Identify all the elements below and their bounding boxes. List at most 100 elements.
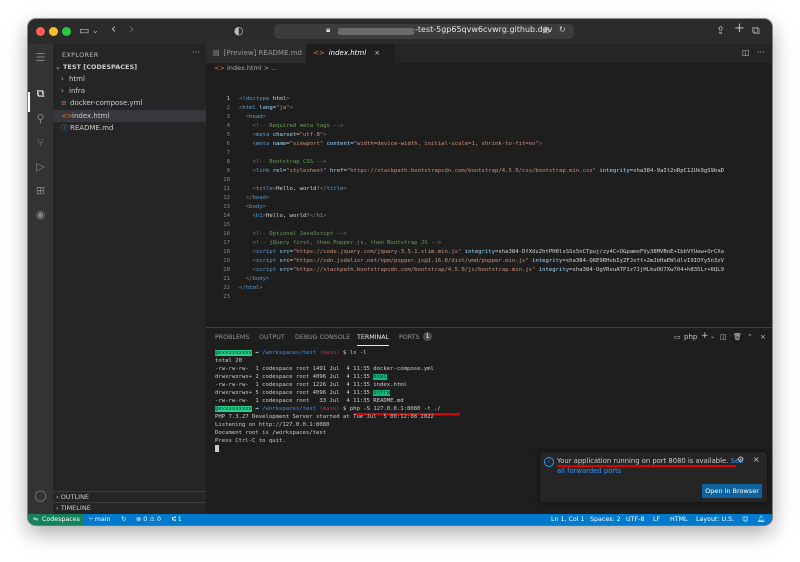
extensions-icon[interactable]: ⊞ <box>32 182 49 199</box>
explorer-icon[interactable]: ⧉ <box>32 85 49 102</box>
more-actions-icon[interactable]: ··· <box>192 48 200 57</box>
close-icon[interactable]: × <box>753 455 760 464</box>
active-tab-underline <box>357 345 389 346</box>
privacy-shield-icon[interactable]: ◐ <box>234 23 244 39</box>
tab-debug-console[interactable]: DEBUG CONSOLE <box>295 334 350 341</box>
problems-status[interactable]: ⊗ 0 ⚠ 0 <box>136 514 161 525</box>
code-line[interactable]: 9 <link rel="stylesheet" href="https://s… <box>206 167 772 176</box>
search-icon[interactable]: ⚲ <box>32 110 49 127</box>
tree-item-index-html[interactable]: <>index.html <box>53 110 206 122</box>
tree-item-docker-compose[interactable]: ≡ docker-compose.yml <box>61 99 142 107</box>
sidebar-toggle-icon[interactable]: ▭ <box>79 23 89 39</box>
feedback-icon[interactable]: ☺ <box>742 514 749 525</box>
code-line[interactable]: 8 <!-- Bootstrap CSS --> <box>206 158 772 167</box>
tab-overview-icon[interactable]: ⧉ <box>752 23 760 39</box>
run-debug-icon[interactable]: ▷ <box>32 158 49 175</box>
code-line[interactable]: 21 </body> <box>206 275 772 284</box>
minimize-window-button[interactable] <box>49 27 58 36</box>
timeline-section[interactable]: › TIMELINE <box>53 502 206 514</box>
sync-icon[interactable]: ↻ <box>121 514 126 525</box>
trash-icon[interactable]: 🗑︎ <box>733 333 742 341</box>
code-line[interactable]: 23 <box>206 293 772 302</box>
end-of-line[interactable]: LF <box>653 514 660 525</box>
cursor-position[interactable]: Ln 1, Col 1 <box>551 514 585 525</box>
shell-name[interactable]: php <box>684 333 697 341</box>
forwarded-ports-link[interactable]: all forwarded ports <box>557 467 621 475</box>
code-text: <link rel="stylesheet" href="https://sta… <box>252 168 725 174</box>
code-line[interactable]: 11 <title>Hello, world!</title> <box>206 185 772 194</box>
gear-icon[interactable]: ⚙ <box>737 455 744 464</box>
translate-icon[interactable]: あ <box>542 25 550 36</box>
share-icon[interactable]: ⇪ <box>716 23 725 39</box>
maximize-panel-icon[interactable]: ⌃ <box>747 333 753 341</box>
split-editor-icon[interactable]: ◫ <box>742 48 750 57</box>
menu-icon[interactable]: ☰ <box>32 49 49 66</box>
close-tab-icon[interactable]: × <box>374 44 380 63</box>
code-line[interactable]: 22 </html> <box>206 284 772 293</box>
split-terminal-icon[interactable]: ◫ <box>720 333 727 341</box>
tree-item-html[interactable]: › html <box>61 75 85 83</box>
new-tab-icon[interactable]: + <box>734 21 745 37</box>
notifications-bell-icon[interactable]: 🔔︎ <box>757 514 765 525</box>
tab-readme-preview[interactable]: ▤ [Preview] README.md <box>206 44 306 63</box>
github-icon[interactable]: ◉ <box>32 206 49 223</box>
ports-status[interactable]: ⑆ 1 <box>172 514 182 525</box>
tree-item-infra[interactable]: › infra <box>61 87 85 95</box>
code-line[interactable]: 2 <html lang="ja"> <box>206 104 772 113</box>
language-mode[interactable]: HTML <box>670 514 688 525</box>
new-terminal-icon[interactable]: + <box>701 331 709 341</box>
branch-icon: ⑂ <box>89 516 93 523</box>
more-actions-icon[interactable]: ··· <box>757 48 765 57</box>
code-line[interactable]: 17 <!-- jQuery first, then Popper.js, th… <box>206 239 772 248</box>
remote-indicator[interactable]: ⇋ Codespaces <box>28 514 83 525</box>
encoding[interactable]: UTF-8 <box>626 514 644 525</box>
branch-status[interactable]: ⑂ main <box>89 514 111 525</box>
tab-problems[interactable]: PROBLEMS <box>215 334 249 341</box>
tab-ports[interactable]: PORTS <box>399 334 420 341</box>
explorer-sidebar: EXPLORER ··· ⌄ TEST [CODESPACES] › html › i… <box>53 44 206 514</box>
indentation[interactable]: Spaces: 2 <box>590 514 621 525</box>
tab-output[interactable]: OUTPUT <box>259 334 285 341</box>
terminal-output-line: PHP 7.3.27 Development Server started at… <box>215 414 434 420</box>
chevron-down-icon[interactable]: ⌄ <box>92 23 99 39</box>
code-line[interactable]: 18 <script src="https://code.jquery.com/… <box>206 248 772 257</box>
html-file-icon: <> <box>61 112 73 120</box>
tab-index-html[interactable]: <> index.html × <box>306 44 394 63</box>
open-in-browser-button[interactable]: Open in Browser <box>702 484 762 498</box>
code-text: <!-- Optional JavaScript --> <box>239 231 347 237</box>
zoom-window-button[interactable] <box>62 27 71 36</box>
code-line[interactable]: 13 <body> <box>206 203 772 212</box>
reload-icon[interactable]: ↻ <box>559 25 566 34</box>
active-indicator <box>28 92 30 112</box>
address-bar[interactable]: 🔒︎ -test-5gp65qvw6cvwrg.github.dev あ ↻ <box>274 24 574 39</box>
code-line[interactable]: 7 <box>206 149 772 158</box>
code-line[interactable]: 6 <meta name="viewport" content="width=d… <box>206 140 772 149</box>
code-editor[interactable]: 1 <!doctype html> 2 <html lang="ja"> 3 <head… <box>206 95 772 327</box>
code-line[interactable]: 10 <box>206 176 772 185</box>
close-window-button[interactable] <box>36 27 45 36</box>
keyboard-layout[interactable]: Layout: U.S. <box>696 514 734 525</box>
code-line[interactable]: 19 <script src="https://cdn.jsdelivr.net… <box>206 257 772 266</box>
code-line[interactable]: 3 <head> <box>206 113 772 122</box>
code-line[interactable]: 1 <!doctype html> <box>206 95 772 104</box>
notification-message: Your application running on port 8080 is… <box>557 457 744 465</box>
line-number: 5 <box>226 132 230 138</box>
code-line[interactable]: 5 <meta charset="utf-8"> <box>206 131 772 140</box>
code-line[interactable]: 14 <h1>Hello, world!</h1> <box>206 212 772 221</box>
breadcrumb[interactable]: <> index.html > ... <box>214 64 277 72</box>
tab-terminal[interactable]: TERMINAL <box>357 334 389 341</box>
code-text: <script src="https://stackpath.bootstrap… <box>252 267 725 273</box>
code-line[interactable]: 16 <!-- Optional JavaScript --> <box>206 230 772 239</box>
code-line[interactable]: 20 <script src="https://stackpath.bootst… <box>206 266 772 275</box>
account-icon[interactable]: ◯ <box>32 487 49 504</box>
back-icon[interactable]: ‹ <box>111 22 116 38</box>
workspace-root[interactable]: ⌄ TEST [CODESPACES] <box>55 63 137 71</box>
forward-icon[interactable]: › <box>129 22 134 38</box>
tree-item-readme[interactable]: ⓘ README.md <box>61 123 113 133</box>
code-line[interactable]: 4 <!-- Required meta tags --> <box>206 122 772 131</box>
source-control-icon[interactable]: ⑂ <box>32 134 49 151</box>
chevron-down-icon[interactable]: ⌄ <box>710 333 715 340</box>
code-line[interactable]: 12 </head> <box>206 194 772 203</box>
code-line[interactable]: 15 <box>206 221 772 230</box>
close-panel-icon[interactable]: × <box>760 333 766 341</box>
